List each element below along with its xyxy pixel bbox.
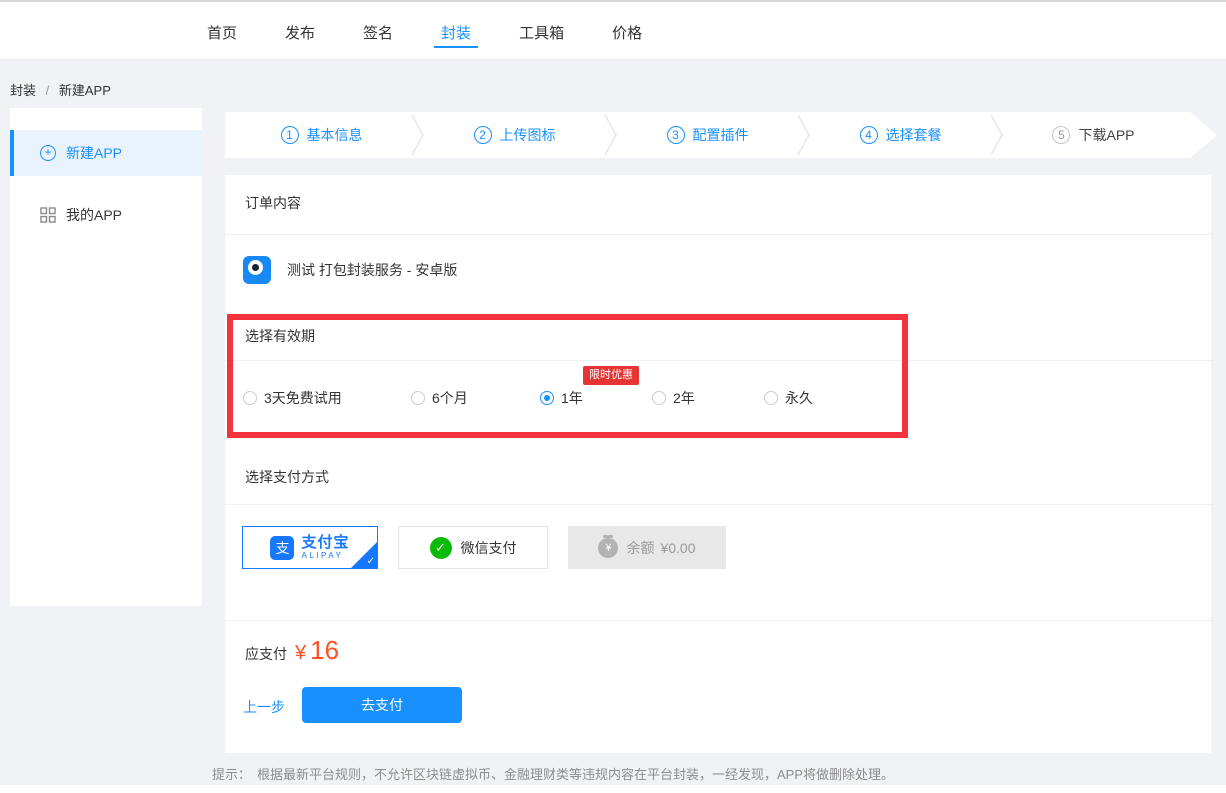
validity-option-label: 2年 xyxy=(673,388,695,408)
validity-option-forever[interactable]: 永久 xyxy=(764,388,813,408)
grid-icon xyxy=(40,207,56,223)
validity-option-label: 6个月 xyxy=(432,388,468,408)
sidebar-item-new-app[interactable]: + 新建APP xyxy=(10,130,202,176)
amount-due-label: 应支付 xyxy=(245,644,287,664)
footer-tip: 提示： 根据最新平台规则，不允许区块链虚拟币、金融理财类等违规内容在平台封装，一经… xyxy=(212,764,894,783)
validity-option-label: 3天免费试用 xyxy=(264,388,342,408)
header: 首页 发布 签名 封装 工具箱 价格 xyxy=(0,2,1226,60)
order-panel: 订单内容 测试 打包封装服务 - 安卓版 选择有效期 限时优惠 3天免费试用 6… xyxy=(225,175,1211,753)
step-label: 上传图标 xyxy=(500,125,556,145)
breadcrumb-current: 新建APP xyxy=(59,83,111,98)
wechat-pay-icon: ✓ xyxy=(430,537,452,559)
step-number: 2 xyxy=(474,126,492,144)
annotation-red-box xyxy=(227,314,908,438)
money-bag-icon: ¥ xyxy=(598,538,618,558)
go-pay-button[interactable]: 去支付 xyxy=(302,687,462,723)
step-upload-icon[interactable]: 2 上传图标 xyxy=(418,112,611,158)
divider xyxy=(225,234,1211,235)
step-number: 3 xyxy=(667,126,685,144)
limited-offer-badge: 限时优惠 xyxy=(583,366,639,385)
validity-option-2years[interactable]: 2年 xyxy=(652,388,695,408)
step-download-app[interactable]: 5 下载APP xyxy=(997,112,1190,158)
breadcrumb-separator: / xyxy=(46,83,50,98)
bottom-strip xyxy=(0,785,1226,793)
sidebar-spacer xyxy=(10,108,202,130)
amount-due: 应支付 ¥ 16 xyxy=(245,635,339,666)
breadcrumb-section[interactable]: 封装 xyxy=(10,83,36,98)
step-label: 选择套餐 xyxy=(886,125,942,145)
steps-bar: 1 基本信息 2 上传图标 3 配置插件 4 选择套餐 5 下载APP xyxy=(225,112,1190,158)
tip-text: 根据最新平台规则，不允许区块链虚拟币、金融理财类等违规内容在平台封装，一经发现，… xyxy=(257,767,894,782)
sidebar: + 新建APP 我的APP xyxy=(10,108,202,606)
step-number: 1 xyxy=(281,126,299,144)
plus-circle-icon: + xyxy=(40,145,56,161)
validity-option-6months[interactable]: 6个月 xyxy=(411,388,468,408)
radio-checked-icon xyxy=(540,391,554,405)
product-row: 测试 打包封装服务 - 安卓版 xyxy=(243,256,457,284)
nav-item-package[interactable]: 封装 xyxy=(441,22,471,43)
step-label: 基本信息 xyxy=(307,125,363,145)
breadcrumb: 封装 / 新建APP xyxy=(10,80,111,99)
validity-option-3day-trial[interactable]: 3天免费试用 xyxy=(243,388,342,408)
payment-title: 选择支付方式 xyxy=(245,467,329,487)
sidebar-item-label: 新建APP xyxy=(66,143,122,163)
divider xyxy=(225,620,1211,621)
divider xyxy=(225,360,1211,361)
step-configure-plugins[interactable]: 3 配置插件 xyxy=(611,112,804,158)
radio-icon xyxy=(243,391,257,405)
step-basic-info[interactable]: 1 基本信息 xyxy=(225,112,418,158)
sidebar-gap xyxy=(10,176,202,192)
alipay-wordmark: 支付宝 ALIPAY xyxy=(301,535,349,560)
previous-step-link[interactable]: 上一步 xyxy=(243,697,285,717)
step-label: 配置插件 xyxy=(693,125,749,145)
alipay-logo-icon: 支 xyxy=(270,536,294,560)
radio-icon xyxy=(652,391,666,405)
product-name: 测试 打包封装服务 - 安卓版 xyxy=(287,260,457,280)
sidebar-item-label: 我的APP xyxy=(66,205,122,225)
payment-option-balance[interactable]: ¥ 余额 ¥0.00 xyxy=(568,526,726,569)
step-number: 5 xyxy=(1052,126,1070,144)
main-nav: 首页 发布 签名 封装 工具箱 价格 xyxy=(207,22,690,43)
balance-amount: ¥0.00 xyxy=(660,540,695,556)
validity-title: 选择有效期 xyxy=(245,326,315,346)
balance-label: 余额 xyxy=(626,538,654,558)
amount-due-value: 16 xyxy=(310,635,339,666)
radio-icon xyxy=(411,391,425,405)
radio-icon xyxy=(764,391,778,405)
payment-option-wechat[interactable]: ✓ 微信支付 xyxy=(398,526,548,569)
divider xyxy=(225,504,1211,505)
currency-symbol: ¥ xyxy=(295,642,306,665)
sidebar-item-my-apps[interactable]: 我的APP xyxy=(10,192,202,238)
payment-option-alipay[interactable]: 支 支付宝 ALIPAY ✓ xyxy=(242,526,378,569)
nav-item-toolbox[interactable]: 工具箱 xyxy=(519,22,564,43)
step-select-plan[interactable]: 4 选择套餐 xyxy=(804,112,997,158)
tip-label: 提示： xyxy=(212,767,251,782)
nav-item-home[interactable]: 首页 xyxy=(207,22,237,43)
steps-arrow-tip xyxy=(1190,112,1217,158)
wechat-pay-label: 微信支付 xyxy=(461,538,517,558)
validity-option-label: 永久 xyxy=(785,388,813,408)
validity-option-label: 1年 xyxy=(561,388,583,408)
nav-item-sign[interactable]: 签名 xyxy=(363,22,393,43)
step-number: 4 xyxy=(860,126,878,144)
check-icon: ✓ xyxy=(367,557,375,567)
nav-item-price[interactable]: 价格 xyxy=(612,22,642,43)
app-icon xyxy=(243,256,271,284)
nav-item-publish[interactable]: 发布 xyxy=(285,22,315,43)
step-label: 下载APP xyxy=(1078,125,1134,145)
order-title: 订单内容 xyxy=(245,193,301,213)
app-packaging-page: 首页 发布 签名 封装 工具箱 价格 封装 / 新建APP + 新建APP 我的… xyxy=(0,0,1226,793)
validity-option-1year[interactable]: 1年 xyxy=(540,388,583,408)
